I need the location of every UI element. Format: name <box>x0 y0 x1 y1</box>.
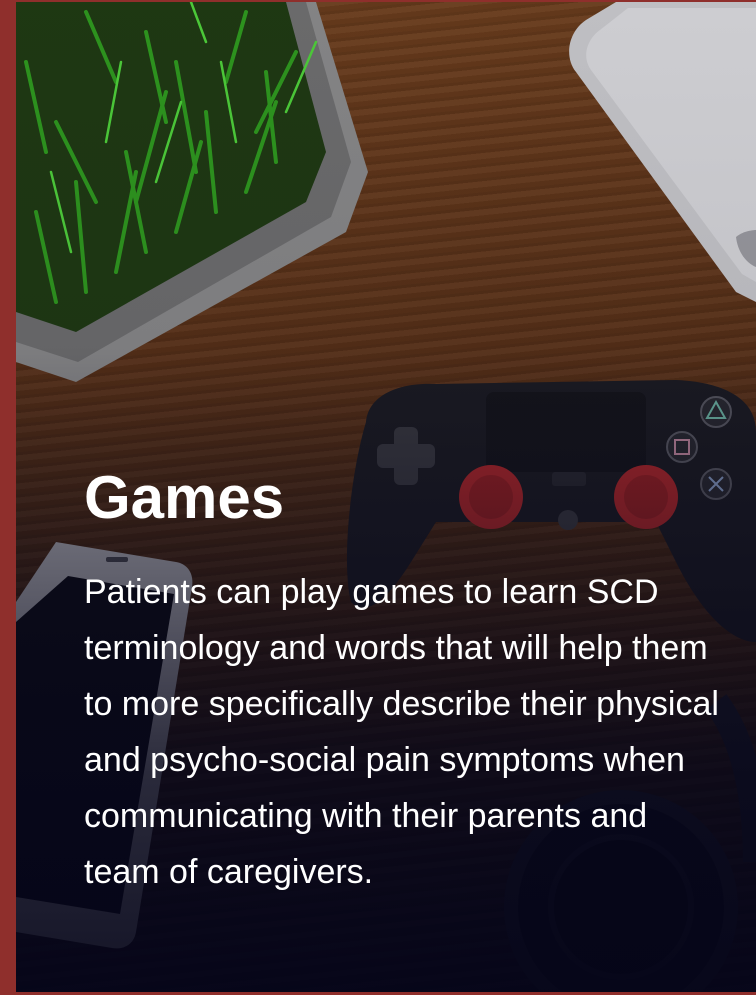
card-description: Patients can play games to learn SCD ter… <box>84 573 719 891</box>
games-feature-card: Games Patients can play games to learn S… <box>16 2 756 992</box>
card-title: Games <box>84 464 285 531</box>
page: Games Patients can play games to learn S… <box>0 0 756 995</box>
card-content: Games Patients can play games to learn S… <box>84 460 724 900</box>
